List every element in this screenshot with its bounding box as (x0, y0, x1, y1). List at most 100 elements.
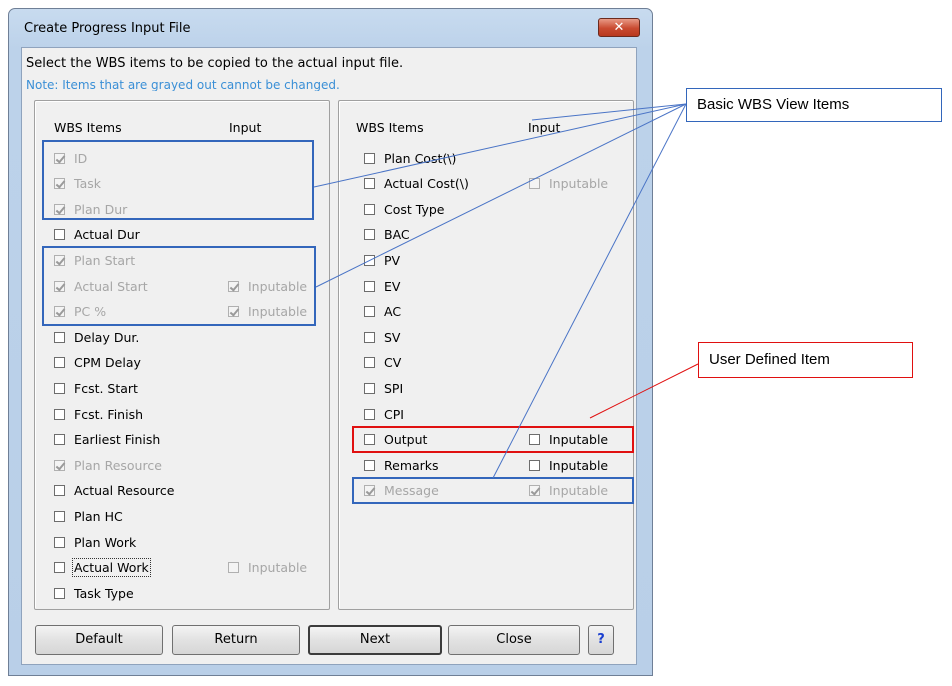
right-item-cv[interactable]: CV (364, 355, 401, 371)
item-label: Actual Resource (74, 483, 175, 499)
checkbox[interactable] (54, 331, 65, 343)
item-label: Remarks (384, 457, 439, 473)
left-header-wbs-items: WBS Items (54, 120, 122, 135)
inputable-label: Inputable (549, 457, 609, 473)
basic-items-box-3 (352, 477, 634, 504)
right-item-spi[interactable]: SPI (364, 380, 403, 396)
basic-items-box-1 (42, 140, 314, 220)
item-label: Plan HC (74, 508, 123, 524)
checkbox[interactable] (364, 459, 375, 471)
close-button[interactable]: Close (448, 625, 580, 655)
left-item-task-type[interactable]: Task Type (54, 585, 134, 601)
checkbox (54, 459, 65, 471)
default-button[interactable]: Default (35, 625, 163, 655)
left-header-input: Input (229, 120, 262, 135)
checkbox[interactable] (54, 536, 65, 548)
left-input-actual-work: Inputable (228, 560, 307, 576)
checkbox[interactable] (364, 408, 375, 420)
checkbox[interactable] (364, 152, 375, 164)
user-defined-callout: User Defined Item (698, 342, 913, 378)
instruction-text: Select the WBS items to be copied to the… (26, 56, 404, 71)
item-label: Fcst. Finish (74, 406, 144, 422)
checkbox[interactable] (54, 229, 65, 241)
right-item-ac[interactable]: AC (364, 304, 401, 320)
right-input-remarks[interactable]: Inputable (529, 457, 608, 473)
left-item-fcst-finish[interactable]: Fcst. Finish (54, 406, 143, 422)
left-item-earliest-finish[interactable]: Earliest Finish (54, 432, 160, 448)
item-label: PV (384, 252, 401, 268)
right-item-pv[interactable]: PV (364, 252, 400, 268)
right-item-cpi[interactable]: CPI (364, 406, 404, 422)
inputable-checkbox[interactable] (529, 459, 540, 471)
right-item-remarks[interactable]: Remarks (364, 457, 439, 473)
checkbox[interactable] (364, 306, 375, 318)
left-item-plan-work[interactable]: Plan Work (54, 534, 136, 550)
left-item-delay-dur[interactable]: Delay Dur. (54, 329, 139, 345)
right-item-sv[interactable]: SV (364, 329, 401, 345)
checkbox[interactable] (54, 434, 65, 446)
user-defined-box (352, 426, 634, 453)
basic-items-box-2 (42, 246, 316, 326)
item-label: SV (384, 329, 401, 345)
help-button[interactable]: ? (588, 625, 614, 655)
item-label: Plan Work (74, 534, 137, 550)
right-header-wbs-items: WBS Items (356, 120, 424, 135)
inputable-label: Inputable (248, 560, 308, 576)
item-label: CPI (384, 406, 404, 422)
right-item-cost-type[interactable]: Cost Type (364, 201, 444, 217)
item-label: Actual Work (72, 558, 151, 578)
basic-wbs-callout: Basic WBS View Items (686, 88, 942, 122)
checkbox[interactable] (364, 331, 375, 343)
return-button[interactable]: Return (172, 625, 300, 655)
item-label: BAC (384, 227, 410, 243)
left-item-plan-resource: Plan Resource (54, 457, 162, 473)
checkbox[interactable] (364, 178, 375, 190)
item-label: SPI (384, 380, 404, 396)
checkbox[interactable] (364, 203, 375, 215)
checkbox[interactable] (54, 357, 65, 369)
item-label: AC (384, 304, 402, 320)
inputable-label: Inputable (549, 176, 609, 192)
right-item-bac[interactable]: BAC (364, 227, 410, 243)
left-item-cpm-delay[interactable]: CPM Delay (54, 355, 141, 371)
item-label: Cost Type (384, 201, 445, 217)
item-label: CV (384, 355, 402, 371)
checkbox[interactable] (54, 485, 65, 497)
left-item-plan-hc[interactable]: Plan HC (54, 508, 123, 524)
checkbox[interactable] (54, 510, 65, 522)
checkbox[interactable] (364, 254, 375, 266)
checkbox[interactable] (364, 357, 375, 369)
inputable-checkbox (228, 562, 239, 574)
checkbox[interactable] (364, 280, 375, 292)
next-button[interactable]: Next (308, 625, 442, 655)
item-label: CPM Delay (74, 355, 141, 371)
right-header-input: Input (528, 120, 561, 135)
checkbox[interactable] (54, 587, 65, 599)
checkbox[interactable] (54, 382, 65, 394)
item-label: Plan Cost(\) (384, 150, 457, 166)
inputable-checkbox (529, 178, 540, 190)
title-bar: Create Progress Input File ✕ (9, 9, 652, 45)
item-label: Delay Dur. (74, 329, 140, 345)
right-item-actual-cost[interactable]: Actual Cost(\) (364, 176, 469, 192)
item-label: Fcst. Start (74, 380, 138, 396)
item-label: Earliest Finish (74, 432, 161, 448)
item-label: Actual Dur (74, 227, 140, 243)
close-window-button[interactable]: ✕ (598, 18, 640, 37)
item-label: Actual Cost(\) (384, 176, 469, 192)
item-label: EV (384, 278, 401, 294)
left-item-fcst-start[interactable]: Fcst. Start (54, 380, 138, 396)
right-item-ev[interactable]: EV (364, 278, 400, 294)
checkbox[interactable] (54, 408, 65, 420)
checkbox[interactable] (364, 382, 375, 394)
checkbox[interactable] (364, 229, 375, 241)
item-label: Plan Resource (74, 457, 162, 473)
left-item-actual-resource[interactable]: Actual Resource (54, 483, 174, 499)
right-item-plan-cost[interactable]: Plan Cost(\) (364, 150, 456, 166)
checkbox[interactable] (54, 562, 65, 574)
dialog-title: Create Progress Input File (24, 21, 191, 36)
left-item-actual-dur[interactable]: Actual Dur (54, 227, 140, 243)
item-label: Task Type (74, 585, 134, 601)
right-input-actual-cost: Inputable (529, 176, 608, 192)
left-item-actual-work[interactable]: Actual Work (54, 558, 151, 578)
